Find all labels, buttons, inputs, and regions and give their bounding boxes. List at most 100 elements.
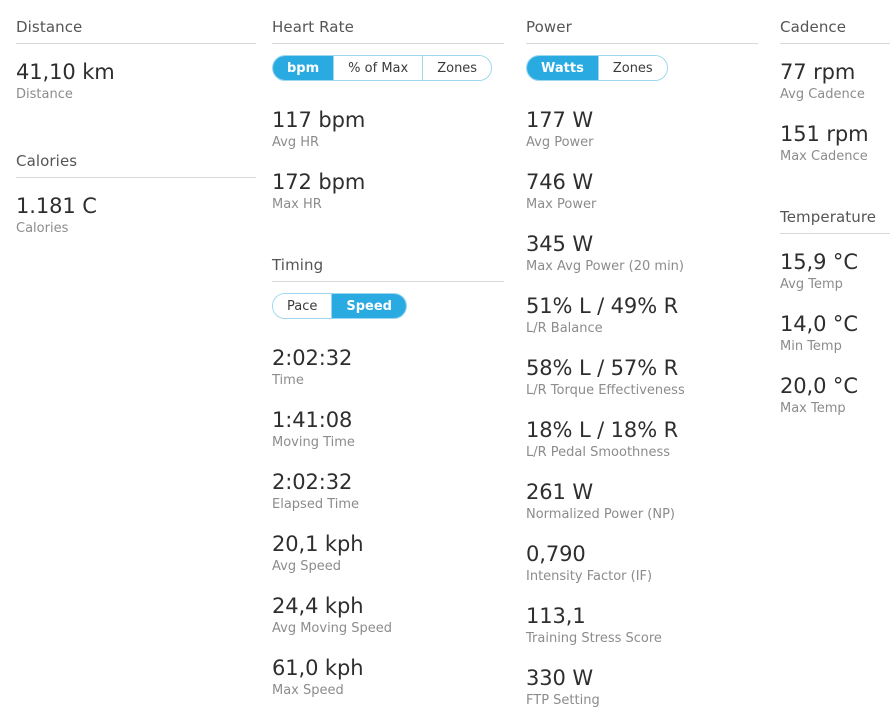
stat-label: Avg Cadence bbox=[780, 87, 865, 102]
stat-label: Distance bbox=[16, 87, 73, 102]
stat-label: FTP Setting bbox=[526, 693, 600, 708]
stat-distance: 41,10 km Distance bbox=[16, 59, 256, 104]
stat-value: 1:41:08 bbox=[272, 408, 353, 432]
section-heart-rate: Heart Rate bpm % of Max Zones 117 bpm Av… bbox=[272, 18, 504, 214]
column-distance: Distance 41,10 km Distance Calories 1.18… bbox=[16, 0, 256, 238]
stat-value: 18% L / 18% R bbox=[526, 418, 679, 442]
stat-label: Intensity Factor (IF) bbox=[526, 569, 653, 584]
stat-label: Calories bbox=[16, 221, 69, 236]
stat-label: Max HR bbox=[272, 197, 322, 212]
stat-avg-hr: 117 bpm Avg HR bbox=[272, 107, 504, 152]
stat-value: 2:02:32 bbox=[272, 346, 353, 370]
stat-label: Avg Moving Speed bbox=[272, 621, 393, 636]
stat-avg-temp: 15,9 °C Avg Temp bbox=[780, 249, 890, 294]
stat-value: 58% L / 57% R bbox=[526, 356, 679, 380]
stat-label: Max Avg Power (20 min) bbox=[526, 259, 684, 274]
stat-label: Normalized Power (NP) bbox=[526, 507, 675, 522]
stat-label: Avg Power bbox=[526, 135, 594, 150]
stat-lr-torque-effectiveness: 58% L / 57% R L/R Torque Effectiveness bbox=[526, 355, 758, 400]
stat-label: Training Stress Score bbox=[526, 631, 662, 646]
stat-label: Max Temp bbox=[780, 401, 846, 416]
stat-label: Elapsed Time bbox=[272, 497, 360, 512]
stat-max-power: 746 W Max Power bbox=[526, 169, 758, 214]
stat-min-temp: 14,0 °C Min Temp bbox=[780, 311, 890, 356]
section-header-heart-rate: Heart Rate bbox=[272, 18, 504, 44]
stat-value: 20,1 kph bbox=[272, 532, 364, 556]
stat-normalized-power: 261 W Normalized Power (NP) bbox=[526, 479, 758, 524]
stat-label: Max Power bbox=[526, 197, 597, 212]
stat-avg-moving-speed: 24,4 kph Avg Moving Speed bbox=[272, 593, 504, 638]
section-distance: Distance 41,10 km Distance bbox=[16, 18, 256, 104]
stat-moving-time: 1:41:08 Moving Time bbox=[272, 407, 504, 452]
toggle-option-bpm[interactable]: bpm bbox=[273, 56, 335, 80]
stat-value: 20,0 °C bbox=[780, 374, 858, 398]
stat-label: Max Speed bbox=[272, 683, 344, 698]
stat-value: 151 rpm bbox=[780, 122, 869, 146]
stat-intensity-factor: 0,790 Intensity Factor (IF) bbox=[526, 541, 758, 586]
stat-label: Moving Time bbox=[272, 435, 355, 450]
stat-value: 746 W bbox=[526, 170, 594, 194]
stat-value: 14,0 °C bbox=[780, 312, 858, 336]
stat-value: 177 W bbox=[526, 108, 594, 132]
stat-time: 2:02:32 Time bbox=[272, 345, 504, 390]
toggle-option-zones[interactable]: Zones bbox=[423, 56, 492, 80]
stat-label: L/R Torque Effectiveness bbox=[526, 383, 685, 398]
stat-avg-speed: 20,1 kph Avg Speed bbox=[272, 531, 504, 576]
column-cadence: Cadence 77 rpm Avg Cadence 151 rpm Max C… bbox=[780, 0, 890, 418]
stat-label: Avg Temp bbox=[780, 277, 843, 292]
toggle-option-speed[interactable]: Speed bbox=[332, 294, 406, 318]
section-header-timing: Timing bbox=[272, 256, 504, 282]
stat-value: 261 W bbox=[526, 480, 594, 504]
stat-value: 172 bpm bbox=[272, 170, 366, 194]
stat-max-avg-power: 345 W Max Avg Power (20 min) bbox=[526, 231, 758, 276]
stat-label: Avg Speed bbox=[272, 559, 341, 574]
stat-avg-cadence: 77 rpm Avg Cadence bbox=[780, 59, 890, 104]
column-heart-rate: Heart Rate bpm % of Max Zones 117 bpm Av… bbox=[272, 0, 504, 700]
stat-label: Avg HR bbox=[272, 135, 320, 150]
stat-value: 24,4 kph bbox=[272, 594, 364, 618]
section-power: Power Watts Zones 177 W Avg Power 746 W … bbox=[526, 18, 758, 710]
stat-label: Min Temp bbox=[780, 339, 842, 354]
stat-value: 2:02:32 bbox=[272, 470, 353, 494]
stat-label: Max Cadence bbox=[780, 149, 868, 164]
stat-value: 345 W bbox=[526, 232, 594, 256]
section-header-temperature: Temperature bbox=[780, 208, 890, 234]
power-unit-toggle[interactable]: Watts Zones bbox=[526, 55, 668, 81]
stat-value: 1.181 C bbox=[16, 194, 97, 218]
column-power: Power Watts Zones 177 W Avg Power 746 W … bbox=[526, 0, 758, 710]
heart-rate-unit-toggle[interactable]: bpm % of Max Zones bbox=[272, 55, 493, 81]
stat-max-speed: 61,0 kph Max Speed bbox=[272, 655, 504, 700]
stat-value: 113,1 bbox=[526, 604, 586, 628]
stat-value: 117 bpm bbox=[272, 108, 366, 132]
stat-ftp-setting: 330 W FTP Setting bbox=[526, 665, 758, 710]
stat-value: 330 W bbox=[526, 666, 594, 690]
stat-avg-power: 177 W Avg Power bbox=[526, 107, 758, 152]
section-calories: Calories 1.181 C Calories bbox=[16, 152, 256, 238]
section-header-power: Power bbox=[526, 18, 758, 44]
toggle-option-pace[interactable]: Pace bbox=[273, 294, 333, 318]
stat-value: 51% L / 49% R bbox=[526, 294, 679, 318]
stat-value: 61,0 kph bbox=[272, 656, 364, 680]
toggle-option-percent-of-max[interactable]: % of Max bbox=[334, 56, 424, 80]
stat-label: L/R Pedal Smoothness bbox=[526, 445, 671, 460]
section-cadence: Cadence 77 rpm Avg Cadence 151 rpm Max C… bbox=[780, 18, 890, 166]
stat-label: Time bbox=[272, 373, 304, 388]
toggle-option-watts[interactable]: Watts bbox=[527, 56, 599, 80]
stat-value: 0,790 bbox=[526, 542, 586, 566]
stat-training-stress-score: 113,1 Training Stress Score bbox=[526, 603, 758, 648]
stat-elapsed-time: 2:02:32 Elapsed Time bbox=[272, 469, 504, 514]
section-header-distance: Distance bbox=[16, 18, 256, 44]
section-header-cadence: Cadence bbox=[780, 18, 890, 44]
section-temperature: Temperature 15,9 °C Avg Temp 14,0 °C Min… bbox=[780, 208, 890, 418]
section-header-calories: Calories bbox=[16, 152, 256, 178]
section-timing: Timing Pace Speed 2:02:32 Time 1:41:08 M… bbox=[272, 256, 504, 700]
stat-lr-pedal-smoothness: 18% L / 18% R L/R Pedal Smoothness bbox=[526, 417, 758, 462]
stat-max-cadence: 151 rpm Max Cadence bbox=[780, 121, 890, 166]
timing-unit-toggle[interactable]: Pace Speed bbox=[272, 293, 407, 319]
stat-label: L/R Balance bbox=[526, 321, 603, 336]
stat-max-hr: 172 bpm Max HR bbox=[272, 169, 504, 214]
toggle-option-zones[interactable]: Zones bbox=[598, 56, 667, 80]
activity-stats-panel: Distance 41,10 km Distance Calories 1.18… bbox=[0, 0, 890, 724]
stat-calories: 1.181 C Calories bbox=[16, 193, 256, 238]
stat-value: 41,10 km bbox=[16, 60, 115, 84]
